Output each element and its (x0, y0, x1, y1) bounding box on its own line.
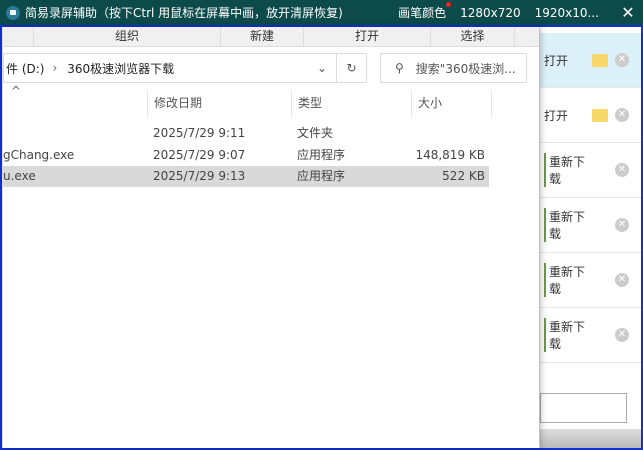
breadcrumb-folder[interactable]: 360极速浏览器下载 (65, 60, 174, 77)
file-type: 文件夹 (297, 126, 334, 140)
file-row-selected[interactable]: u.exe 2025/7/29 9:13 应用程序 522 KB (3, 166, 489, 187)
color-dot (446, 2, 452, 7)
file-name: u.exe (3, 169, 36, 183)
folder-icon[interactable] (592, 53, 608, 67)
file-date: 2025/7/29 9:07 (153, 148, 246, 162)
file-type: 应用程序 (297, 169, 346, 183)
camera-icon (6, 5, 20, 20)
res-1920-button[interactable]: 1920x10... (535, 6, 599, 20)
delete-icon[interactable]: ✕ (615, 53, 629, 67)
download-manager: 打开 ✕ 打开 ✕ 重新下载 ✕ 重新下载 ✕ 重新下载 ✕ 重新下载 ✕ (540, 27, 641, 448)
col-end (491, 90, 498, 117)
chevron-down-icon[interactable]: ⌄ (308, 54, 336, 82)
organize-button[interactable]: 组织 (33, 27, 220, 46)
folder-icon[interactable] (592, 108, 608, 122)
file-size: 148,819 KB (415, 148, 485, 162)
column-header: ^ 修改日期 类型 大小 (3, 84, 493, 117)
file-row[interactable]: 2025/7/29 9:11 文件夹 (3, 123, 489, 144)
download-item: 重新下载 ✕ (540, 253, 641, 308)
download-item: 重新下载 ✕ (540, 308, 641, 363)
file-type: 应用程序 (297, 148, 346, 162)
download-item: 打开 ✕ (540, 88, 641, 143)
delete-icon[interactable]: ✕ (615, 273, 629, 287)
select-button[interactable]: 选择 (430, 27, 514, 46)
toolbar: 组织 新建 打开 选择 (3, 27, 539, 47)
delete-icon[interactable]: ✕ (615, 218, 629, 232)
pen-color-button[interactable]: 画笔颜色 (398, 2, 452, 21)
breadcrumb-drive[interactable]: 件 (D:) (4, 60, 44, 77)
address-bar[interactable]: 件 (D:) › 360极速浏览器下载 ⌄ ↻ (3, 53, 367, 83)
toolbar-end (514, 27, 539, 46)
redownload-button[interactable]: 重新下载 (544, 153, 592, 187)
redownload-button[interactable]: 重新下载 (544, 263, 592, 297)
res-1280-button[interactable]: 1280x720 (460, 6, 521, 20)
dm-status-bar (540, 429, 641, 448)
new-button[interactable]: 新建 (220, 27, 303, 46)
col-size[interactable]: 大小 (411, 90, 491, 117)
search-input[interactable]: ⚲ 搜索"360极速浏... (380, 53, 527, 83)
search-placeholder: 搜索"360极速浏... (415, 61, 516, 76)
app-title: 简易录屏辅助（按下Ctrl 用鼠标在屏幕中画，放开清屏恢复) (25, 6, 343, 20)
open-button[interactable]: 打开 (544, 52, 592, 69)
file-name: gChang.exe (3, 148, 75, 162)
search-icon: ⚲ (395, 61, 404, 75)
refresh-icon[interactable]: ↻ (336, 54, 366, 82)
file-date: 2025/7/29 9:11 (153, 126, 246, 140)
download-item: 打开 ✕ (540, 33, 641, 88)
open-button[interactable]: 打开 (303, 27, 430, 46)
file-size: 522 KB (442, 169, 485, 183)
file-dialog: 组织 新建 打开 选择 件 (D:) › 360极速浏览器下载 ⌄ ↻ ⚲ 搜索… (3, 27, 539, 448)
download-item: 重新下载 ✕ (540, 143, 641, 198)
delete-icon[interactable]: ✕ (615, 163, 629, 177)
close-icon[interactable]: ✕ (613, 3, 643, 22)
title-bar: 简易录屏辅助（按下Ctrl 用鼠标在屏幕中画，放开清屏恢复) 画笔颜色 1280… (0, 0, 643, 25)
capture-frame: 打开 ✕ 打开 ✕ 重新下载 ✕ 重新下载 ✕ 重新下载 ✕ 重新下载 ✕ 组织 新建 打开… (0, 25, 643, 450)
open-button[interactable]: 打开 (544, 107, 592, 124)
col-date[interactable]: 修改日期 (147, 90, 291, 117)
col-type[interactable]: 类型 (291, 90, 411, 117)
file-date: 2025/7/29 9:13 (153, 169, 246, 183)
delete-icon[interactable]: ✕ (615, 328, 629, 342)
file-row[interactable]: gChang.exe 2025/7/29 9:07 应用程序 148,819 K… (3, 145, 489, 166)
redownload-button[interactable]: 重新下载 (544, 208, 592, 242)
redownload-button[interactable]: 重新下载 (544, 318, 592, 352)
pen-color-label: 画笔颜色 (398, 6, 447, 20)
download-item: 重新下载 ✕ (540, 198, 641, 253)
dm-input[interactable] (540, 393, 627, 423)
delete-icon[interactable]: ✕ (615, 108, 629, 122)
chevron-right-icon: › (52, 61, 58, 75)
sort-up-icon: ^ (11, 84, 22, 98)
